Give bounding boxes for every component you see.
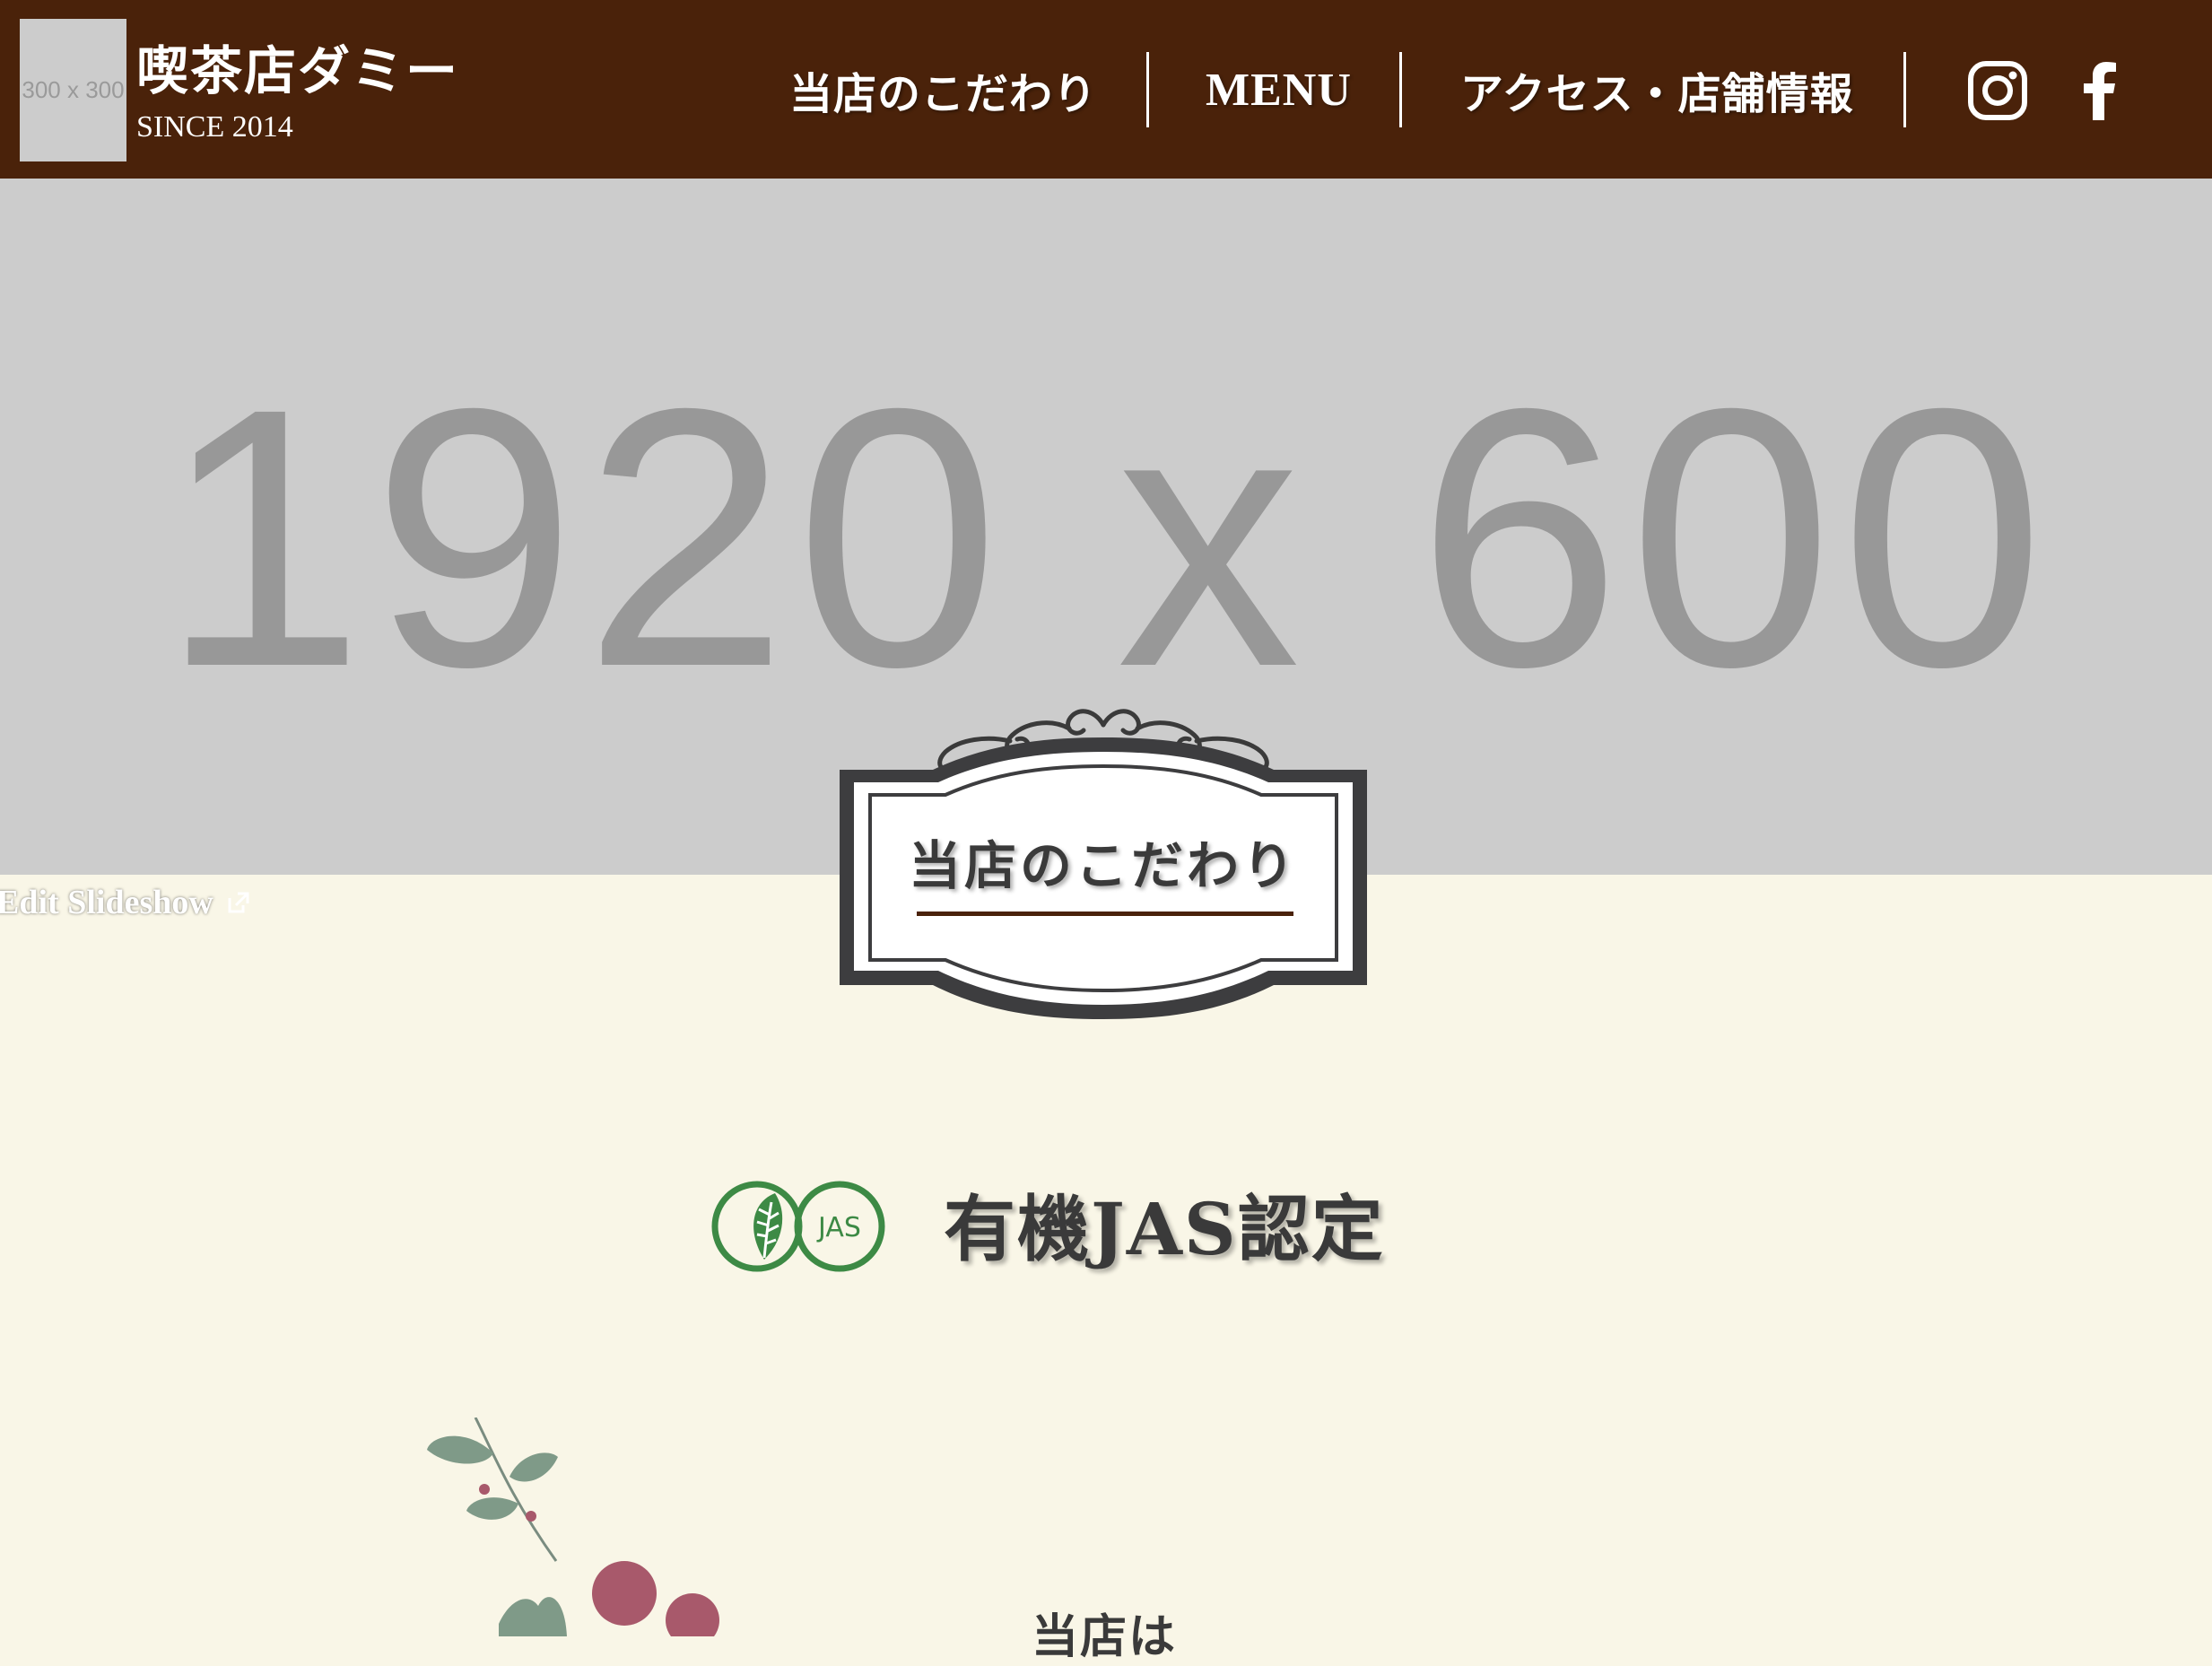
jas-logo-label: JAS [816,1212,861,1243]
external-link-icon [228,892,249,913]
nav-item-label[interactable]: アクセス・店舗情報 [1460,58,1854,121]
section-title-underline [917,912,1293,916]
edit-slideshow-link[interactable]: Edit Slideshow [0,877,251,928]
shop-since: SINCE 2014 [136,110,293,144]
berry-branch-illustration [427,1417,719,1636]
nav-item-menu[interactable]: MENU [1206,52,1352,127]
nav-item-label[interactable]: MENU [1206,64,1352,117]
facebook-icon[interactable] [2068,59,2131,122]
jas-heading: 有機JAS認定 [944,1187,1385,1271]
site-header: 300 x 300 喫茶店ダミー SINCE 2014 当店のこだわり MENU… [0,0,2212,179]
hero-placeholder-text: 1920 x 600 [160,332,2052,743]
nav-item-access[interactable]: アクセス・店舗情報 [1460,52,1854,127]
nav-item-kodawari[interactable]: 当店のこだわり [789,52,1097,127]
nav-divider [1146,52,1149,127]
shop-name[interactable]: 喫茶店ダミー [136,39,459,102]
logo-image[interactable]: 300 x 300 [20,19,126,161]
instagram-icon[interactable] [1966,59,2029,122]
logo-placeholder-text: 300 x 300 [22,76,125,103]
nav-divider [1903,52,1906,127]
section-title: 当店のこだわり [908,835,1298,896]
nav-item-label[interactable]: 当店のこだわり [789,58,1097,121]
section-body-text: 当店は [1032,1609,1178,1664]
nav-divider [1399,52,1402,127]
jas-logo-icon: JAS [711,1181,885,1272]
edit-slideshow-label[interactable]: Edit Slideshow [0,883,213,922]
